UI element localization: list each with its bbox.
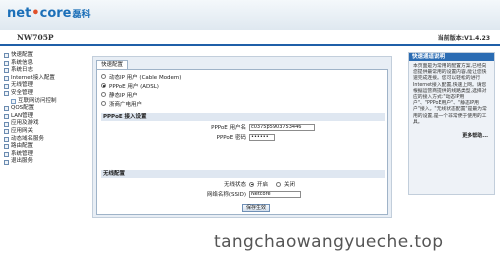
folder-icon [4,144,9,150]
radio-wireless-on[interactable] [249,181,254,187]
pppoe-username-row: PPPoE 用户名 c0375p5903753446 [101,122,385,132]
more-help-link[interactable]: 更多帮助... [462,132,488,139]
device-model: NW705P [17,33,54,42]
site-watermark: tangchaowangyueche.top [214,232,444,252]
folder-icon [4,136,9,142]
sidebar-item-security[interactable]: 安全管理 [4,90,86,98]
wan-option-pppoe[interactable]: PPPoE 用户 (ADSL) [101,81,159,90]
sidebar-item-qos[interactable]: QOS配置 [4,105,86,113]
folder-icon [4,106,9,112]
folder-icon [4,68,9,74]
folder-icon [4,129,9,135]
folder-icon [4,83,9,89]
folder-icon [4,152,9,158]
sidebar-item-apps-games[interactable]: 应用及游戏 [4,120,86,128]
sidebar-item-app-gateway[interactable]: 应用网关 [4,128,86,136]
main-content: 快速配置 动态IP 用户 (Cable Modem) PPPoE 用户 (ADS… [92,56,392,218]
sidebar-item-system-log[interactable]: 系统日志 [4,67,86,75]
radio-wireless-off[interactable] [276,181,282,187]
folder-icon [4,91,9,97]
sidebar-item-routing[interactable]: 路由配置 [4,143,86,151]
wireless-section-title: 无线配置 [101,170,385,178]
folder-icon [4,159,9,165]
pppoe-password-input[interactable]: •••••• [249,133,275,141]
folder-icon [4,60,9,66]
radio-dhcp[interactable] [101,74,106,79]
help-title: 快速通道说明 [409,53,494,61]
pppoe-username-input[interactable]: c0375p5903753446 [249,123,315,131]
folder-icon [4,121,9,127]
save-apply-button[interactable]: 保存生效 [242,204,271,212]
pppoe-password-row: PPPoE 密码 •••••• [101,132,385,142]
radio-pppoe[interactable] [101,83,106,88]
folder-icon [4,114,9,120]
folder-icon [4,76,9,82]
wan-option-cable-tv[interactable]: 浙商广电用户 [101,99,142,108]
help-panel: 快速通道说明 本页面是为常用的配置方案,已经向您提供最常用的设置内容,能让您快速… [408,52,495,195]
sidebar-item-logout[interactable]: 退出服务 [4,158,86,166]
help-text: 本页面是为常用的配置方案,已经向您提供最常用的设置内容,能让您快速完成连接。您可… [413,64,487,125]
ssid-input[interactable]: Netcore [249,190,301,198]
sidebar-item-quick-setup[interactable]: 快速配置 [4,52,86,60]
top-banner: net•core磊科 [0,0,500,30]
ssid-row: 网络名称(SSID) Netcore [101,189,385,199]
tab-quick-setup[interactable]: 快速配置 [96,60,129,69]
radio-cable-tv[interactable] [101,101,106,106]
firmware-version: 当前版本:V1.4.23 [437,35,490,42]
sidebar-nav: 快速配置 系统信息 系统日志 Internet接入配置 无线管理 安全管理 互联… [4,52,86,166]
pppoe-section-title: PPPoE 接入设置 [101,113,385,121]
page-icon [11,98,16,104]
folder-icon [4,53,9,59]
brand-logo: net•core磊科 [7,6,91,21]
wan-option-static[interactable]: 静态IP 用户 [101,90,138,99]
header-divider [0,44,500,46]
quick-setup-panel: 动态IP 用户 (Cable Modem) PPPoE 用户 (ADSL) 静态… [96,69,388,215]
wireless-on-option[interactable]: 开启 [249,180,268,188]
sidebar-item-ddns[interactable]: 动态域名服务 [4,136,86,144]
wireless-off-option[interactable]: 关闭 [276,180,295,188]
radio-static[interactable] [101,92,106,97]
wan-option-dhcp[interactable]: 动态IP 用户 (Cable Modem) [101,72,181,81]
wireless-status-row: 无线状态 开启 关闭 [223,180,296,188]
sidebar-item-wireless[interactable]: 无线管理 [4,82,86,90]
